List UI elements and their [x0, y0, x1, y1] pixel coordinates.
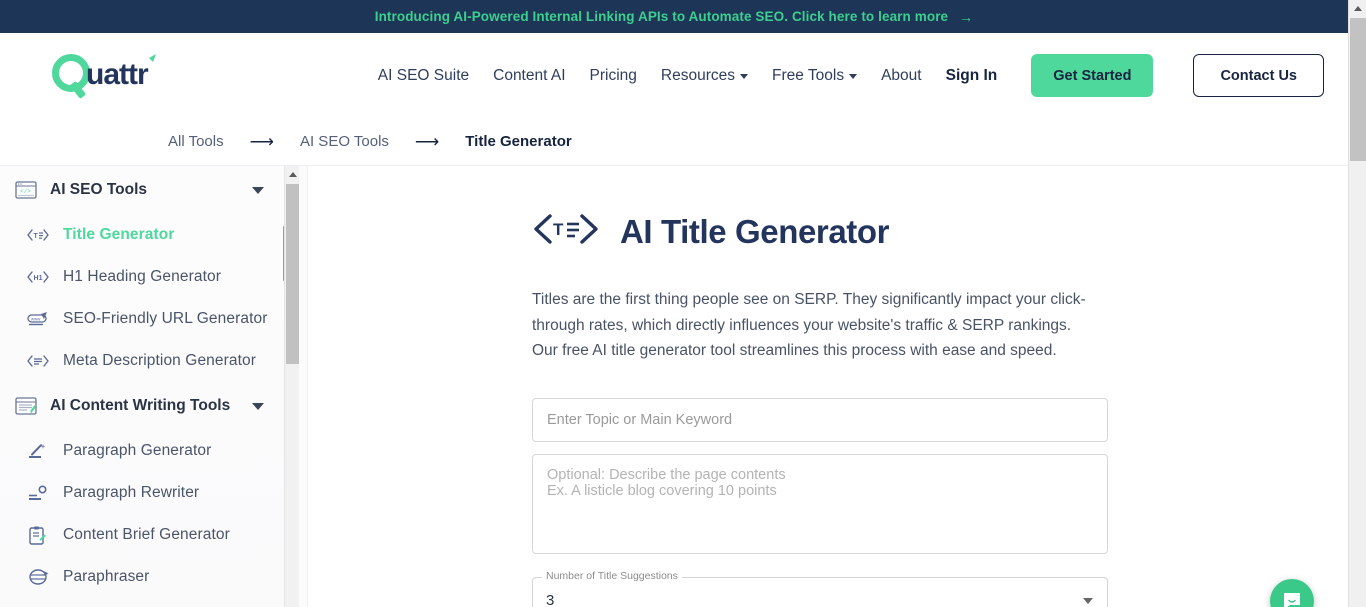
sidebar-item-label: Paragraph Generator [63, 442, 212, 459]
chevron-down-icon[interactable] [252, 186, 264, 194]
main-nav: AI SEO Suite Content AI Pricing Resource… [378, 54, 1324, 97]
sidebar-scrollbar-thumb[interactable] [286, 184, 299, 364]
page-viewport: Introducing AI-Powered Internal Linking … [0, 0, 1348, 607]
clipboard-edit-icon [26, 525, 50, 545]
sidebar-group-ai-seo-tools[interactable]: </> AI SEO Tools [0, 166, 292, 214]
code-h1-icon: H1 [26, 267, 50, 287]
sidebar-item-label: Paragraph Rewriter [63, 484, 200, 501]
chevron-down-icon [740, 74, 748, 79]
breadcrumb: All Tools ⟶ AI SEO Tools ⟶ Title Generat… [0, 118, 1348, 166]
nav-item-resources[interactable]: Resources [661, 67, 748, 85]
quattr-logo-icon: uattr [52, 53, 156, 98]
title-code-icon: T [532, 210, 600, 253]
nav-label: AI SEO Suite [377, 66, 470, 84]
scroll-up-arrow-icon[interactable] [285, 166, 300, 182]
arrow-right-icon: ⟶ [414, 132, 440, 151]
sidebar-group-label: AI Content Writing Tools [50, 397, 231, 414]
announcement-banner-text: Introducing AI-Powered Internal Linking … [374, 9, 949, 24]
sidebar-item-title-generator[interactable]: T Title Generator [0, 214, 292, 256]
nav-label: Free Tools [772, 66, 845, 84]
page-title: AI Title Generator [620, 212, 890, 250]
nav-item-pricing[interactable]: Pricing [590, 67, 637, 85]
paragraph-rewrite-icon [26, 483, 50, 503]
sidebar-group-ai-content-writing-tools[interactable]: AI Content Writing Tools [0, 382, 292, 430]
browser-scrollbar-thumb[interactable] [1350, 18, 1366, 161]
sidebar-item-label: H1 Heading Generator [63, 268, 221, 285]
sidebar-item-label: Paraphraser [63, 568, 150, 585]
paragraph-wand-icon [26, 441, 50, 461]
nav-item-free-tools[interactable]: Free Tools [772, 66, 858, 85]
chevron-down-icon[interactable] [1083, 597, 1093, 604]
sidebar-item-meta-description-generator[interactable]: Meta Description Generator [0, 340, 292, 382]
sidebar-item-seo-friendly-url-generator[interactable]: www SEO-Friendly URL Generator [0, 298, 292, 340]
svg-text:T: T [34, 233, 39, 240]
page-contents-textarea[interactable] [532, 453, 1108, 554]
nav-item-content-ai[interactable]: Content AI [493, 67, 565, 85]
nav-item-ai-seo-suite[interactable]: AI SEO Suite [378, 67, 469, 85]
announcement-banner-link[interactable]: Introducing AI-Powered Internal Linking … [375, 9, 974, 24]
sidebar-item-h1-heading-generator[interactable]: H1 H1 Heading Generator [0, 256, 292, 298]
paraphrase-icon [26, 567, 50, 587]
page-description: Titles are the first thing people see on… [532, 291, 1086, 359]
body-split: </> AI SEO Tools T Title Generator H1 H1… [0, 166, 1348, 607]
breadcrumb-item-title-generator: Title Generator [465, 133, 572, 150]
nav-label: About [881, 66, 922, 84]
chevron-down-icon [849, 74, 858, 79]
sidebar-group-label: AI SEO Tools [50, 181, 148, 198]
sidebar-vertical-scrollbar[interactable] [284, 166, 299, 607]
arrow-right-icon: ⟶ [249, 132, 274, 151]
arrow-right-icon: → [959, 8, 974, 25]
nav-label: Pricing [589, 66, 637, 84]
announcement-banner[interactable]: Introducing AI-Powered Internal Linking … [0, 0, 1348, 33]
chevron-down-icon[interactable] [252, 402, 264, 410]
sidebar-item-label: Meta Description Generator [63, 352, 256, 369]
breadcrumb-item-ai-seo-tools[interactable]: AI SEO Tools [300, 133, 389, 150]
chat-launcher-button[interactable] [1270, 579, 1314, 607]
svg-text:uattr: uattr [86, 58, 149, 91]
contact-us-button[interactable]: Contact Us [1193, 54, 1324, 97]
sidebar-item-label: Title Generator [63, 226, 175, 243]
browser-code-icon: </> [14, 180, 38, 200]
svg-text:T: T [553, 220, 564, 239]
code-title-icon: T [26, 225, 50, 245]
get-started-button[interactable]: Get Started [1031, 54, 1154, 97]
nav-label: Sign In [945, 66, 998, 84]
tools-sidebar: </> AI SEO Tools T Title Generator H1 H1… [0, 166, 308, 607]
nav-label: Resources [660, 66, 735, 84]
sidebar-item-label: Content Brief Generator [63, 526, 230, 543]
number-of-title-suggestions-select[interactable]: Number of Title Suggestions 3 [532, 569, 1108, 607]
nav-item-sign-in[interactable]: Sign In [946, 67, 998, 85]
select-label: Number of Title Suggestions [542, 569, 682, 583]
svg-text:www: www [31, 317, 41, 322]
svg-text:H1: H1 [34, 275, 43, 282]
sidebar-item-label: SEO-Friendly URL Generator [63, 310, 268, 327]
quattr-logo[interactable]: uattr [46, 52, 184, 100]
sidebar-item-paragraph-generator[interactable]: Paragraph Generator [0, 430, 292, 472]
sidebar-scroll-area: </> AI SEO Tools T Title Generator H1 H1… [0, 166, 292, 607]
select-value: 3 [546, 591, 555, 607]
chat-bubble-icon [1284, 593, 1300, 607]
svg-text:</>: </> [20, 188, 31, 195]
nav-label: Content AI [493, 66, 566, 84]
tool-panel: T AI Title Generator Titles are the firs… [532, 210, 1108, 607]
site-header: uattr AI SEO Suite Content AI Pricing Re… [0, 33, 1348, 118]
browser-scrollbar[interactable] [1348, 0, 1366, 607]
breadcrumb-item-all-tools[interactable]: All Tools [168, 133, 224, 150]
nav-item-about[interactable]: About [881, 67, 922, 85]
sidebar-item-paragraph-rewriter[interactable]: Paragraph Rewriter [0, 472, 292, 514]
sidebar-item-content-brief-generator[interactable]: Content Brief Generator [0, 514, 292, 556]
code-meta-icon [26, 351, 50, 371]
document-pencil-icon [14, 396, 38, 416]
page-title-row: T AI Title Generator [532, 210, 1108, 253]
topic-input[interactable] [532, 397, 1108, 442]
main-content: T AI Title Generator Titles are the firs… [308, 166, 1348, 607]
scroll-up-arrow-icon[interactable] [1349, 0, 1366, 17]
url-link-icon: www [26, 309, 50, 329]
sidebar-item-paraphraser[interactable]: Paraphraser [0, 556, 292, 598]
